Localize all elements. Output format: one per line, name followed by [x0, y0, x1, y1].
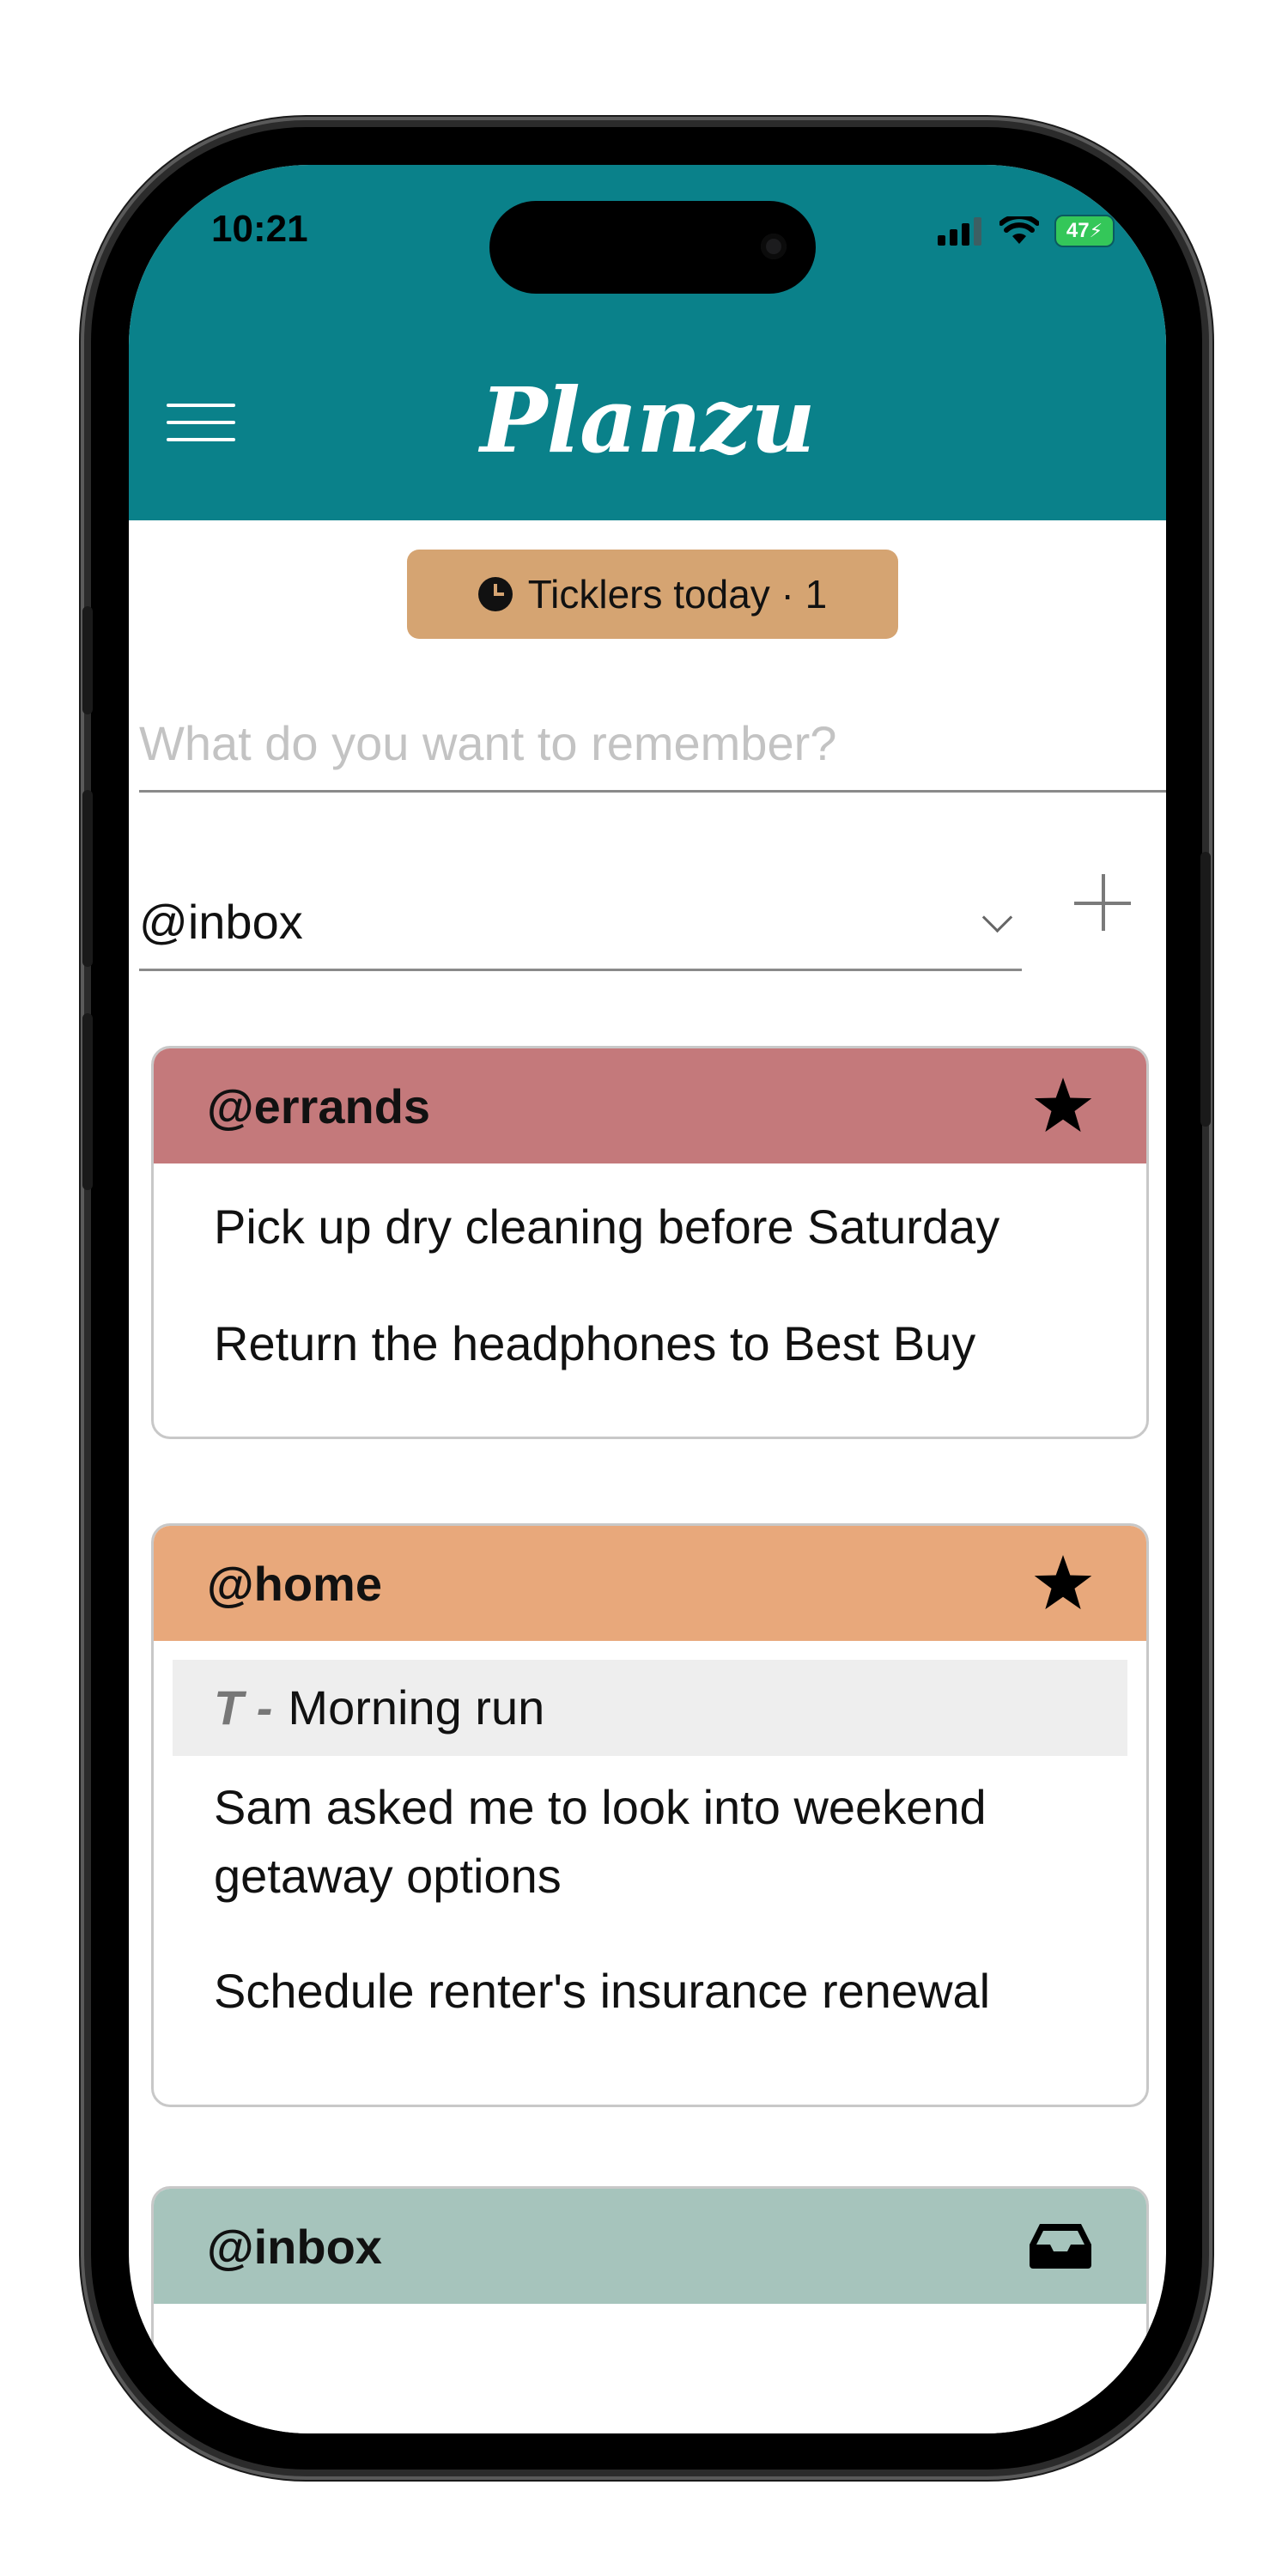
context-card-inbox: @inbox — [151, 2186, 1149, 2433]
side-button-power — [1200, 852, 1211, 1127]
context-select-value: @inbox — [139, 894, 303, 949]
list-item-tickler[interactable]: T - Morning run — [173, 1660, 1127, 1756]
status-indicators: 47 ⚡ — [938, 215, 1115, 247]
star-icon[interactable] — [1033, 1555, 1093, 1612]
card-header[interactable]: @inbox — [154, 2189, 1146, 2304]
dynamic-island — [489, 201, 816, 294]
battery-icon: 47 ⚡ — [1054, 215, 1115, 247]
camera-icon — [761, 234, 787, 259]
card-title: @inbox — [207, 2219, 382, 2274]
side-button-mute — [82, 606, 93, 714]
card-title: @errands — [207, 1078, 431, 1133]
new-item-input[interactable] — [139, 696, 1166, 793]
card-header[interactable]: @errands — [154, 1048, 1146, 1163]
list-item[interactable]: Sam asked me to look into weekend getawa… — [154, 1773, 1133, 1911]
ticklers-today-button[interactable]: Ticklers today · 1 — [407, 550, 898, 639]
ticklers-today-label: Ticklers today · 1 — [527, 572, 828, 617]
tickler-prefix: T - — [214, 1680, 273, 1735]
context-card-errands: @errands Pick up dry cleaning before Sat… — [151, 1046, 1149, 1439]
list-item-text: Morning run — [288, 1680, 545, 1735]
list-item[interactable]: Pick up dry cleaning before Saturday — [154, 1193, 1146, 1261]
app-screen: 10:21 47⚡ Planzu Ticklers today · 1 @inb… — [129, 165, 1166, 2433]
side-button-volume-down — [82, 1013, 93, 1190]
app-logo: Planzu — [480, 368, 815, 473]
card-header[interactable]: @home — [154, 1526, 1146, 1641]
context-select[interactable]: @inbox — [139, 874, 1022, 971]
context-card-home: @home T - Morning run Sam asked me to loo… — [151, 1523, 1149, 2107]
wifi-icon — [999, 216, 1039, 244]
battery-level: 47 — [1066, 219, 1090, 242]
cellular-signal-icon — [938, 217, 981, 246]
star-icon[interactable] — [1033, 1078, 1093, 1134]
list-item[interactable]: Schedule renter's insurance renewal — [154, 1957, 1146, 2026]
status-time: 10:21 — [211, 208, 308, 250]
list-item[interactable]: Return the headphones to Best Buy — [154, 1309, 1146, 1378]
card-title: @home — [207, 1556, 382, 1611]
clock-icon — [477, 577, 513, 611]
app-header: 10:21 47 ⚡ Planzu — [129, 165, 1166, 520]
add-item-button[interactable] — [1062, 862, 1143, 943]
side-button-volume-up — [82, 790, 93, 967]
inbox-tray-icon[interactable] — [1028, 2222, 1093, 2270]
chevron-down-icon — [981, 902, 1013, 933]
